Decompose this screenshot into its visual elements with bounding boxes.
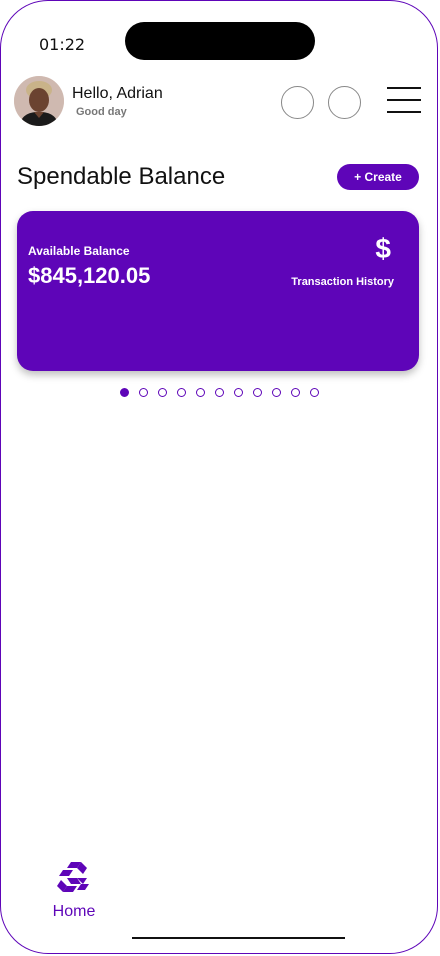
dollar-icon[interactable]: $ <box>375 233 391 265</box>
menu-icon[interactable] <box>387 87 421 115</box>
create-button[interactable]: + Create <box>337 164 419 190</box>
status-time: 01:22 <box>39 35 86 54</box>
pagination-dot[interactable] <box>139 388 148 397</box>
dynamic-island <box>125 22 315 60</box>
header-action-button-2[interactable] <box>328 86 361 119</box>
nav-home-label: Home <box>52 903 96 920</box>
pagination-dot[interactable] <box>291 388 300 397</box>
pagination-dot[interactable] <box>253 388 262 397</box>
section-title: Spendable Balance <box>17 163 226 190</box>
home-indicator[interactable] <box>132 937 345 939</box>
device-frame <box>0 0 438 954</box>
pagination-dot[interactable] <box>177 388 186 397</box>
balance-card[interactable]: Available Balance $845,120.05 $ Transact… <box>17 211 419 371</box>
pagination-dot[interactable] <box>196 388 205 397</box>
balance-amount: $845,120.05 <box>28 263 151 288</box>
header-action-button-1[interactable] <box>281 86 314 119</box>
balance-label: Available Balance <box>28 244 130 258</box>
pagination-dot[interactable] <box>234 388 243 397</box>
avatar-portrait-icon <box>14 76 64 126</box>
pagination-dot[interactable] <box>272 388 281 397</box>
greeting-text: Hello, Adrian <box>72 85 163 102</box>
pagination-dot[interactable] <box>120 388 129 397</box>
pagination-dot[interactable] <box>215 388 224 397</box>
greeting-subtitle: Good day <box>76 106 127 118</box>
pagination-dot[interactable] <box>310 388 319 397</box>
pagination-dot[interactable] <box>158 388 167 397</box>
avatar[interactable] <box>14 76 64 126</box>
nav-item-home[interactable]: Home <box>48 860 100 921</box>
transaction-history-link[interactable]: Transaction History <box>291 276 394 288</box>
app-logo-icon <box>57 862 89 892</box>
